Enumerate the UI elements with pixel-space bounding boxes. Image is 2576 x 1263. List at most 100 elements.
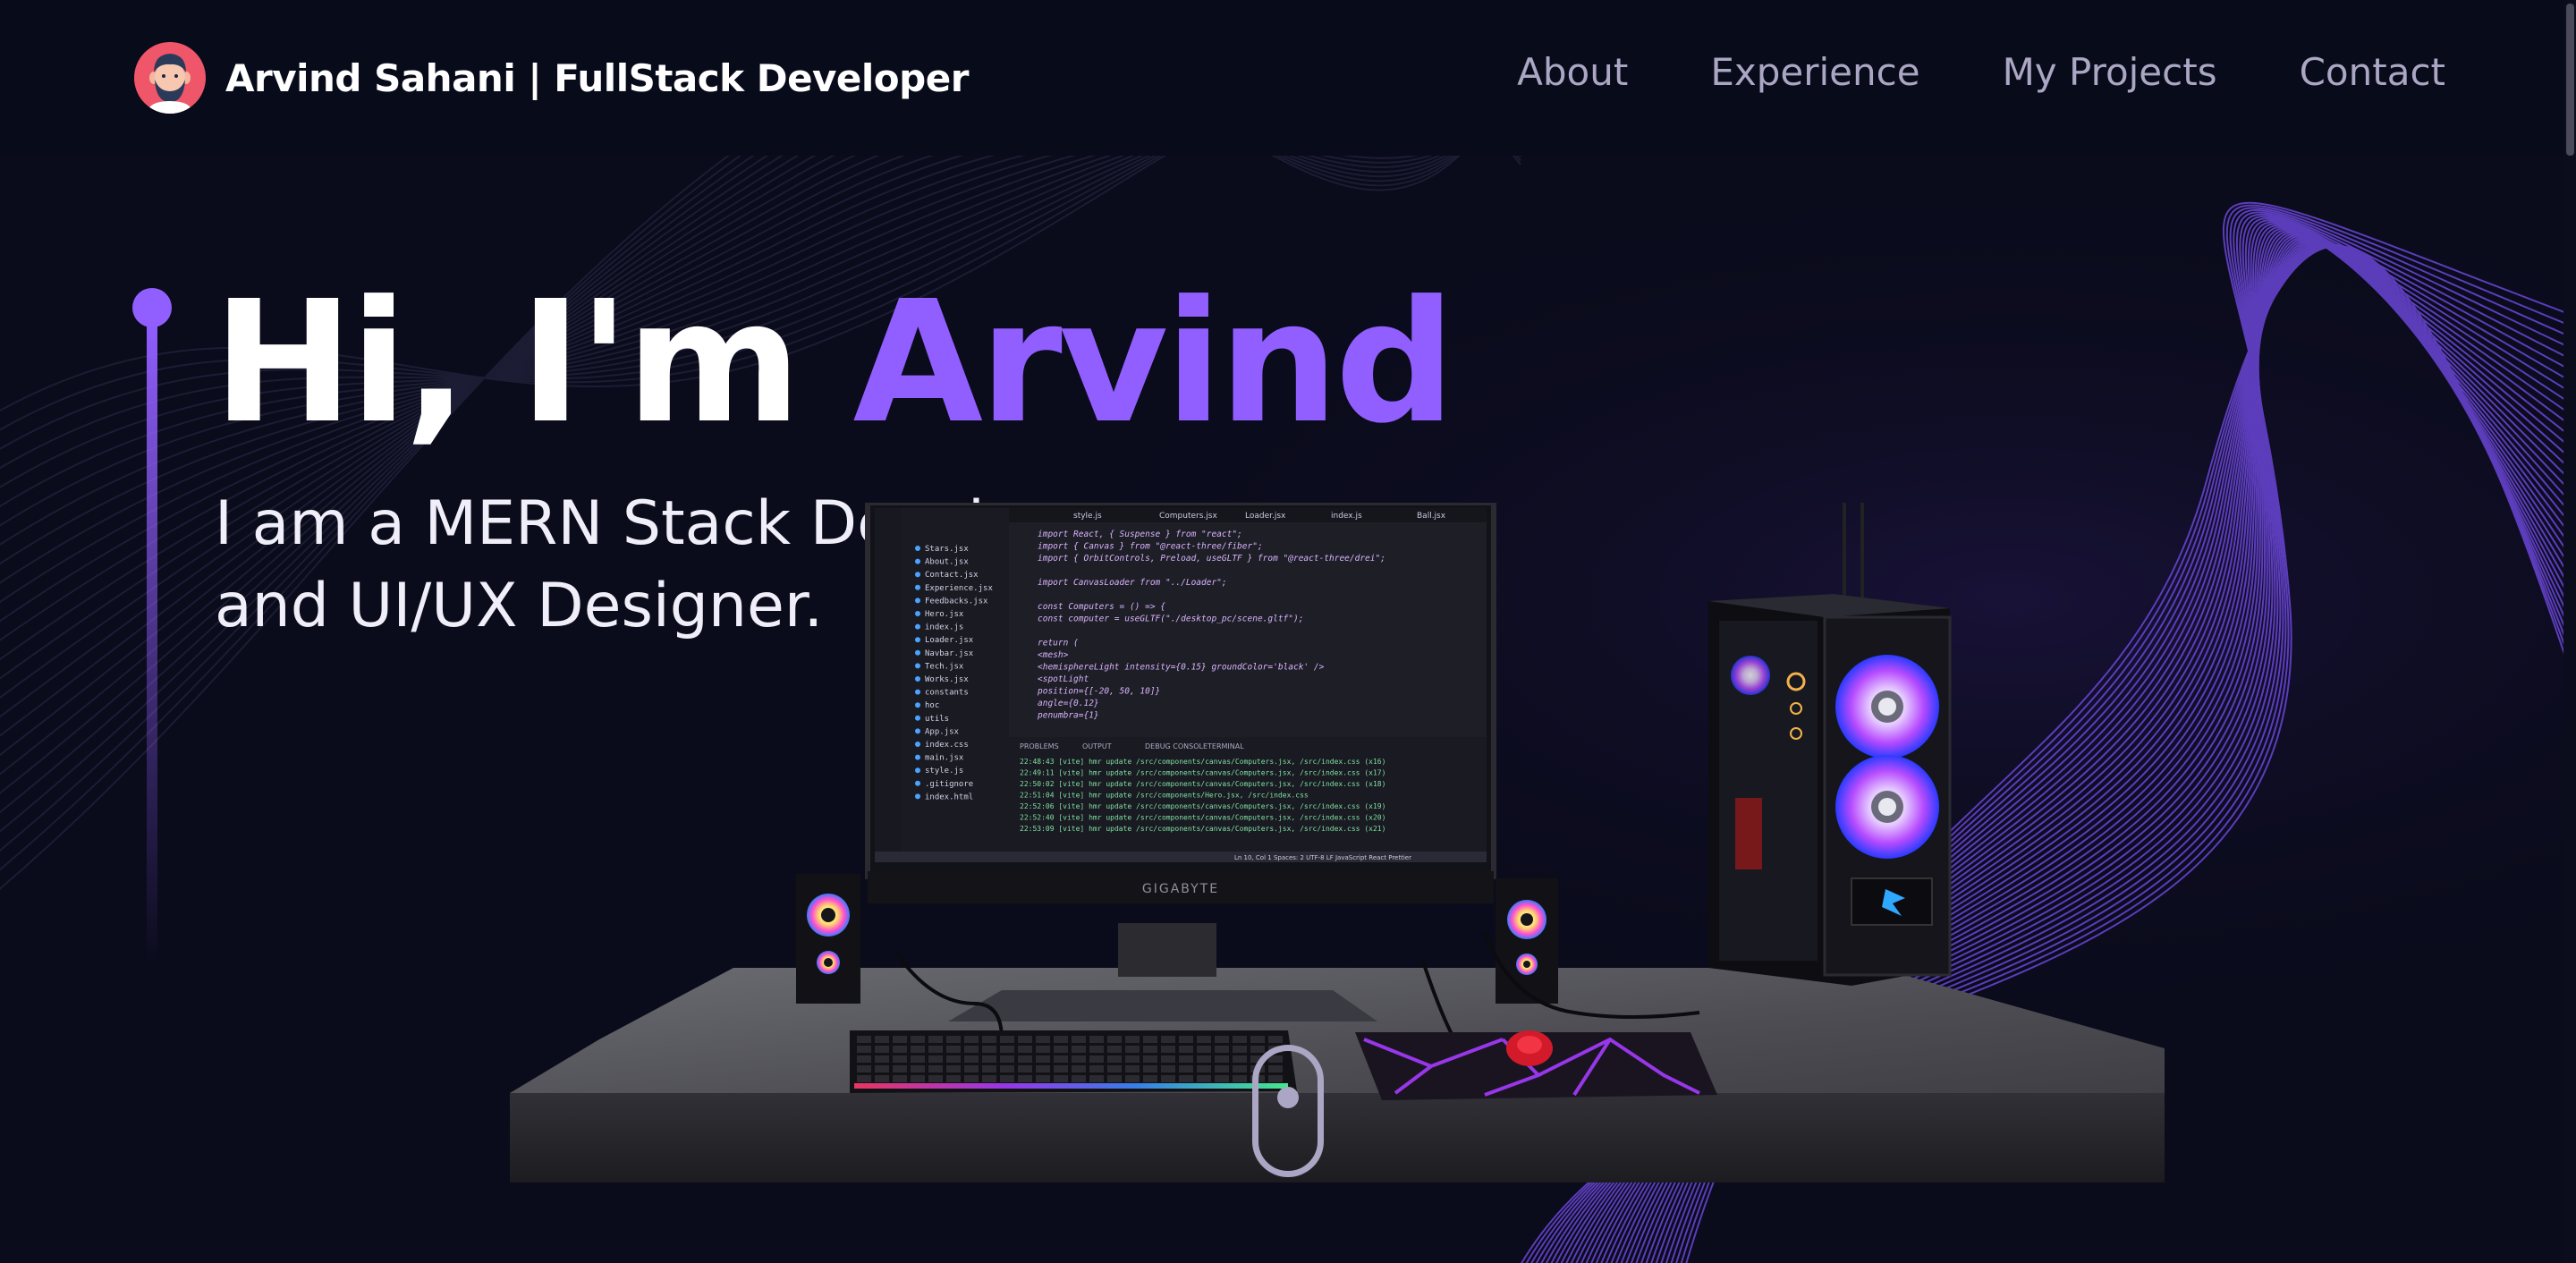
keyboard-key xyxy=(1197,1065,1211,1072)
explorer-file[interactable]: Contact.jsx xyxy=(925,571,979,580)
keyboard-key xyxy=(928,1055,943,1063)
hero-greeting: Hi, I'm xyxy=(213,265,853,461)
keyboard-key xyxy=(1179,1036,1193,1043)
keyboard-key xyxy=(1054,1065,1068,1072)
keyboard-key xyxy=(1072,1046,1086,1053)
editor-tab[interactable]: Ball.jsx xyxy=(1417,512,1446,521)
scroll-down-button[interactable] xyxy=(1252,1045,1324,1177)
explorer-file[interactable]: constants xyxy=(925,689,969,698)
keyboard-key xyxy=(1233,1075,1247,1082)
nav-link-experience[interactable]: Experience xyxy=(1710,50,1919,94)
explorer-file[interactable]: .gitignore xyxy=(925,780,973,789)
terminal-line: 22:49:11 [vite] hmr update /src/componen… xyxy=(1020,769,1385,777)
terminal-tab[interactable]: PROBLEMS xyxy=(1020,742,1059,750)
keyboard-key xyxy=(964,1065,979,1072)
keyboard-key xyxy=(928,1065,943,1072)
keyboard-key xyxy=(928,1036,943,1043)
keyboard-key xyxy=(1107,1036,1122,1043)
editor-tab[interactable]: style.js xyxy=(1073,512,1102,521)
scrollbar-thumb[interactable] xyxy=(2566,4,2574,156)
page-scrollbar[interactable] xyxy=(2563,0,2576,1263)
nav-link-about[interactable]: About xyxy=(1517,50,1628,94)
keyboard-key xyxy=(1143,1036,1157,1043)
keyboard-key xyxy=(893,1055,907,1063)
file-icon xyxy=(915,780,920,786)
terminal-tab[interactable]: DEBUG CONSOLE xyxy=(1145,742,1208,750)
keyboard-key xyxy=(982,1075,996,1082)
keyboard-key xyxy=(1179,1065,1193,1072)
terminal-tab[interactable]: TERMINAL xyxy=(1207,742,1244,750)
keyboard-key xyxy=(1233,1036,1247,1043)
keyboard-key xyxy=(1197,1036,1211,1043)
file-icon xyxy=(915,702,920,708)
keyboard-key xyxy=(1161,1046,1175,1053)
editor-tab[interactable]: Loader.jsx xyxy=(1245,512,1286,521)
explorer-file[interactable]: style.js xyxy=(925,767,963,776)
editor-tab[interactable]: index.js xyxy=(1331,512,1362,521)
explorer-file[interactable]: index.css xyxy=(925,741,969,750)
explorer-file[interactable]: hoc xyxy=(925,701,939,710)
keyboard-key xyxy=(1000,1036,1014,1043)
keyboard-key xyxy=(1125,1075,1140,1082)
explorer-file[interactable]: index.js xyxy=(925,623,963,632)
keyboard-key xyxy=(911,1036,925,1043)
explorer-file[interactable]: Loader.jsx xyxy=(925,636,974,645)
keyboard-key xyxy=(1072,1055,1086,1063)
code-line: import React, { Suspense } from "react"; xyxy=(1038,530,1242,539)
nav-links: About Experience My Projects Contact xyxy=(1517,50,2445,94)
explorer-file[interactable]: Hero.jsx xyxy=(925,610,964,619)
keyboard-key xyxy=(1197,1075,1211,1082)
avatar-icon xyxy=(134,42,206,114)
keyboard-key xyxy=(893,1046,907,1053)
desk-front xyxy=(510,1093,2165,1182)
file-icon xyxy=(915,637,920,643)
keyboard-key xyxy=(857,1036,871,1043)
explorer-file[interactable]: main.jsx xyxy=(925,754,964,763)
explorer-file[interactable]: Works.jsx xyxy=(925,675,969,684)
keyboard-key xyxy=(1233,1046,1247,1053)
keyboard-key xyxy=(982,1065,996,1072)
explorer-file[interactable]: Navbar.jsx xyxy=(925,649,974,658)
code-line: <spotLight xyxy=(1038,674,1089,684)
desktop-pc-scene[interactable]: Stars.jsx About.jsx Contact.jsx Experience.… xyxy=(501,503,2182,1182)
keyboard-key xyxy=(1000,1065,1014,1072)
explorer-file[interactable]: Stars.jsx xyxy=(925,545,969,554)
keyboard-key xyxy=(1072,1036,1086,1043)
keyboard-key xyxy=(982,1046,996,1053)
explorer-file[interactable]: Tech.jsx xyxy=(925,662,964,671)
keyboard-key xyxy=(1000,1046,1014,1053)
terminal-line: 22:48:43 [vite] hmr update /src/componen… xyxy=(1020,758,1385,766)
left-speaker xyxy=(796,874,860,1004)
code-line: <hemisphereLight intensity={0.15} ground… xyxy=(1038,663,1325,673)
pc-tower xyxy=(1708,503,1952,986)
keyboard-key xyxy=(1089,1046,1104,1053)
explorer-file[interactable]: App.jsx xyxy=(925,727,960,736)
file-icon xyxy=(915,649,920,656)
explorer-file[interactable]: index.html xyxy=(925,793,973,801)
editor-tab[interactable]: Computers.jsx xyxy=(1159,512,1217,521)
file-icon xyxy=(915,742,920,747)
keyboard-key xyxy=(875,1065,889,1072)
brand-link[interactable]: Arvind Sahani | FullStack Developer xyxy=(134,39,969,116)
explorer-file[interactable]: About.jsx xyxy=(925,558,969,567)
nav-link-contact[interactable]: Contact xyxy=(2300,50,2445,94)
code-line: import { OrbitControls, Preload, useGLTF… xyxy=(1038,554,1385,564)
nav-link-projects[interactable]: My Projects xyxy=(2003,50,2217,94)
keyboard-key xyxy=(1197,1046,1211,1053)
keyboard-key xyxy=(1179,1055,1193,1063)
explorer-file[interactable]: Experience.jsx xyxy=(925,584,993,593)
file-icon xyxy=(915,676,920,682)
explorer-file[interactable]: utils xyxy=(925,715,949,724)
keyboard-key xyxy=(1036,1065,1050,1072)
terminal-line: 22:52:40 [vite] hmr update /src/componen… xyxy=(1020,814,1385,822)
terminal-tab[interactable]: OUTPUT xyxy=(1082,742,1112,750)
file-icon xyxy=(915,767,920,774)
keyboard-key xyxy=(1054,1036,1068,1043)
keyboard-key xyxy=(946,1055,961,1063)
explorer-file[interactable]: Feedbacks.jsx xyxy=(925,597,988,606)
terminal-line: 22:50:02 [vite] hmr update /src/componen… xyxy=(1020,780,1385,788)
hero-name: Arvind xyxy=(852,265,1456,461)
file-icon xyxy=(915,663,920,669)
keyboard-key xyxy=(1054,1046,1068,1053)
keyboard-key xyxy=(1089,1065,1104,1072)
